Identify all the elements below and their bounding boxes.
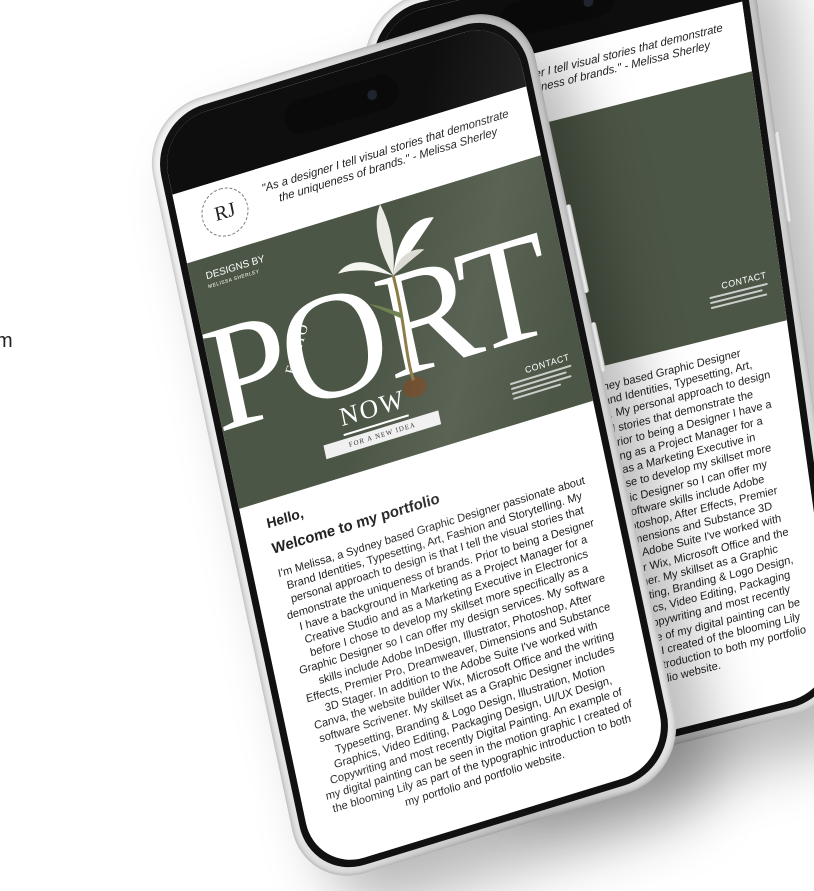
logo-icon: RJ [197,181,253,243]
contact-block: CONTACT [708,270,770,310]
camera-icon [582,0,595,8]
cropped-edge-text: m [0,330,13,352]
camera-icon [366,88,379,102]
